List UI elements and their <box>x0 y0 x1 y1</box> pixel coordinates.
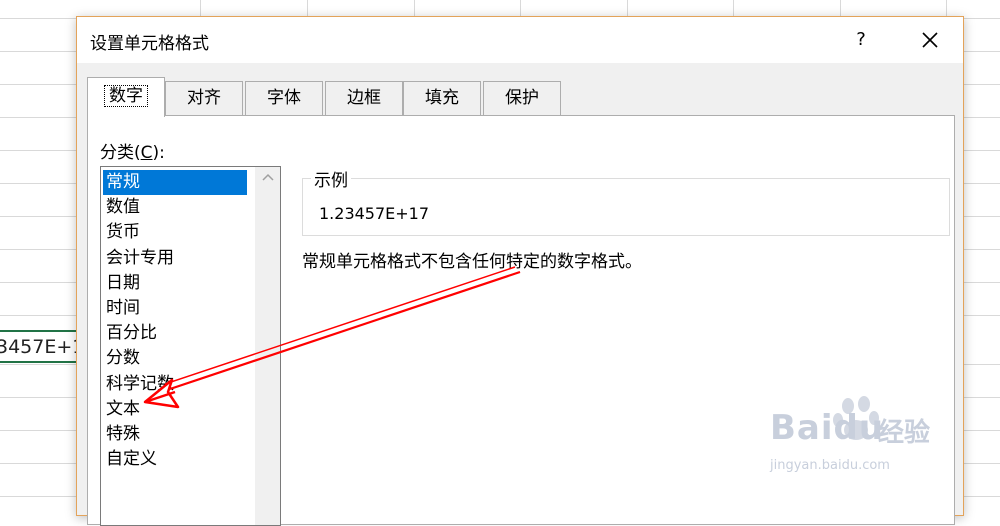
tab-alignment[interactable]: 对齐 <box>165 81 243 115</box>
watermark-cn: 经验 <box>878 418 931 448</box>
category-label-text: 分类( <box>100 143 141 163</box>
tab-font[interactable]: 字体 <box>245 81 323 115</box>
chevron-up-icon <box>262 173 274 181</box>
category-item-number[interactable]: 数值 <box>101 195 245 220</box>
category-item-general[interactable]: 常规 <box>103 170 247 196</box>
category-item-date[interactable]: 日期 <box>101 271 245 296</box>
tab-label: 对齐 <box>187 88 221 108</box>
category-accesskey: C <box>140 143 153 163</box>
close-icon <box>922 32 938 48</box>
category-item-accounting[interactable]: 会计专用 <box>101 246 245 271</box>
selected-cell[interactable]: 3457E+1 <box>0 330 78 363</box>
selected-cell-value: 3457E+1 <box>0 336 76 358</box>
tab-label: 数字 <box>104 85 148 107</box>
category-item-time[interactable]: 时间 <box>101 296 245 321</box>
tab-border[interactable]: 边框 <box>325 81 403 115</box>
tab-label: 填充 <box>425 88 459 108</box>
category-item-custom[interactable]: 自定义 <box>101 447 245 472</box>
category-listbox[interactable]: 常规 数值 货币 会计专用 日期 时间 百分比 分数 科学记数 文本 特殊 自定… <box>100 166 281 526</box>
baidu-watermark: Baidu 经验 jingyan.baidu.com <box>760 396 960 480</box>
category-label: 分类(C): <box>100 138 165 163</box>
watermark-brand-b: du <box>833 408 885 448</box>
dialog-titlebar: 设置单元格格式 ? <box>77 17 963 63</box>
tab-label: 保护 <box>505 88 539 108</box>
category-item-currency[interactable]: 货币 <box>101 220 245 245</box>
watermark-brand: Baidu <box>770 408 884 448</box>
tab-number[interactable]: 数字 <box>87 77 165 117</box>
format-description: 常规单元格格式不包含任何特定的数字格式。 <box>302 252 642 272</box>
category-item-fraction[interactable]: 分数 <box>101 346 245 371</box>
help-button[interactable]: ? <box>847 27 875 53</box>
category-item-text[interactable]: 文本 <box>101 397 245 422</box>
watermark-brand-a: Bai <box>770 408 834 448</box>
tab-fill[interactable]: 填充 <box>403 81 481 115</box>
tab-protection[interactable]: 保护 <box>483 81 561 115</box>
tab-label: 字体 <box>267 88 301 108</box>
dialog-title: 设置单元格格式 <box>90 34 209 54</box>
category-item-percentage[interactable]: 百分比 <box>101 321 245 346</box>
close-button[interactable] <box>915 27 945 53</box>
category-item-scientific[interactable]: 科学记数 <box>101 372 245 397</box>
category-label-suffix: ): <box>152 143 165 163</box>
sample-group: 示例 1.23457E+17 <box>302 166 950 236</box>
category-scrollbar[interactable] <box>255 167 280 525</box>
sample-label: 示例 <box>311 166 351 191</box>
category-item-special[interactable]: 特殊 <box>101 422 245 447</box>
sample-value: 1.23457E+17 <box>319 204 430 223</box>
tab-label: 边框 <box>347 88 381 108</box>
scroll-up-button[interactable] <box>256 167 280 187</box>
watermark-url: jingyan.baidu.com <box>770 458 890 473</box>
